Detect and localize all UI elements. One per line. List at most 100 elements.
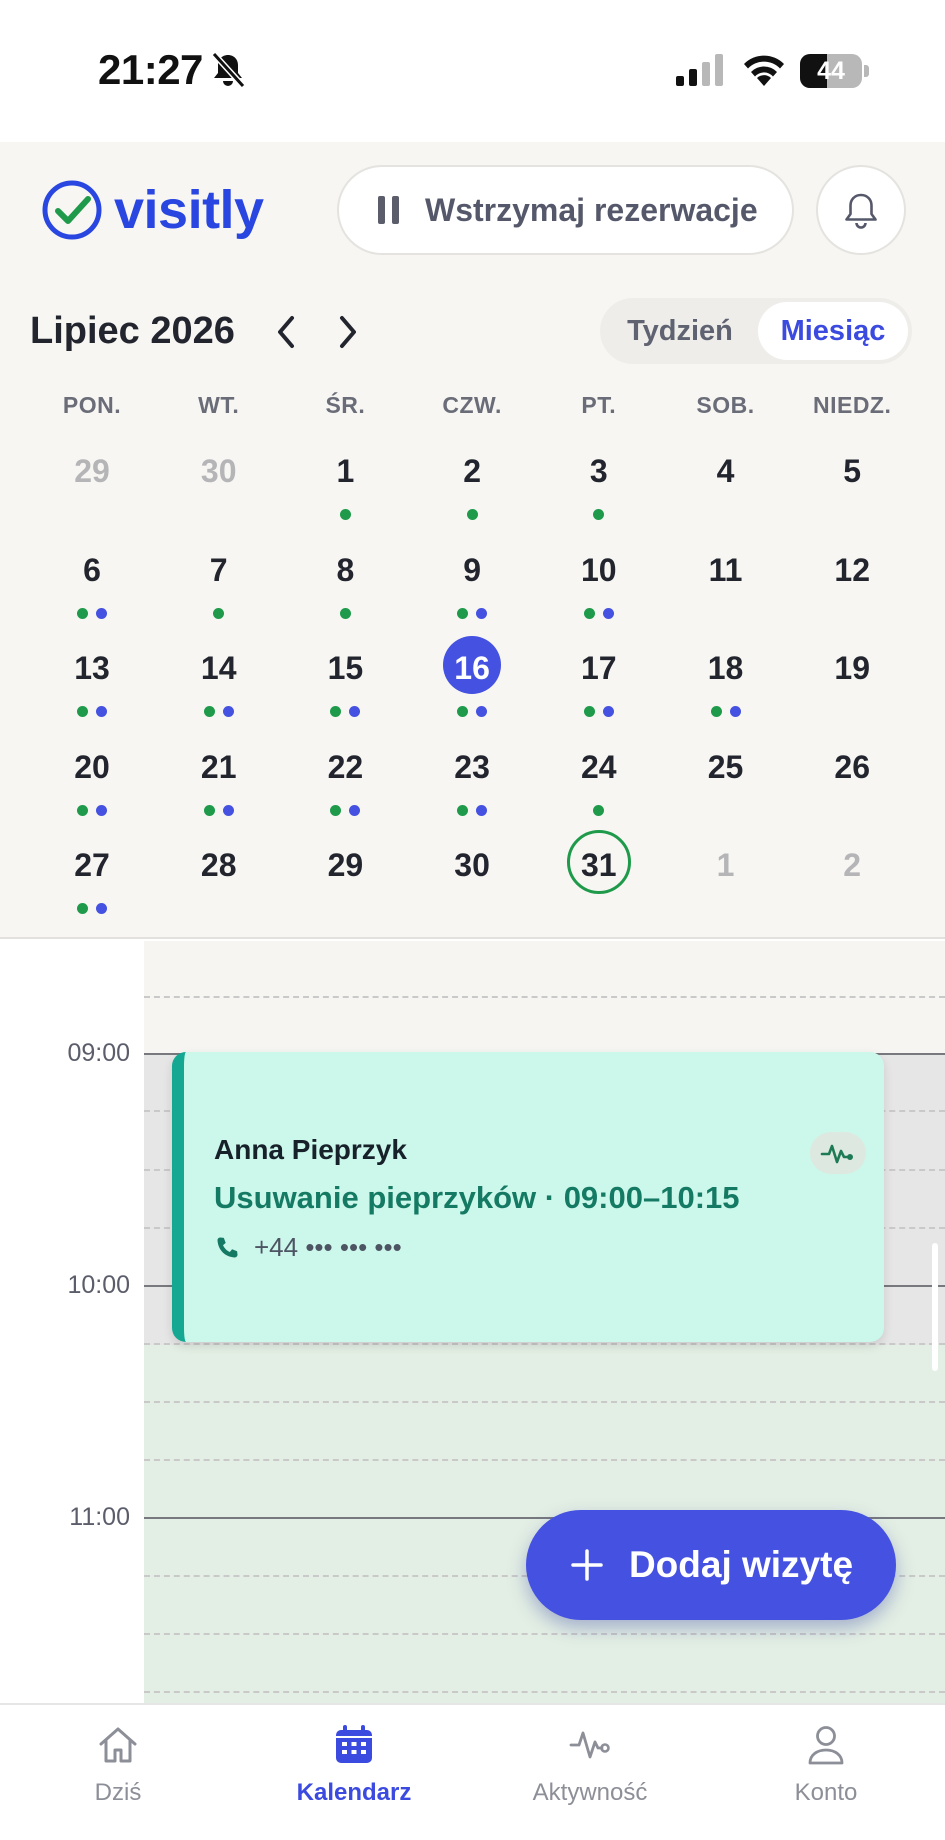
calendar-day[interactable]: 2	[789, 832, 915, 928]
calendar-day[interactable]: 6	[29, 537, 155, 633]
calendar-day[interactable]: 10	[536, 537, 662, 633]
event-indicators	[29, 903, 155, 914]
event-indicators	[156, 804, 282, 816]
weekday-label: CZW.	[442, 392, 502, 418]
appointment-phone-number: +44 ••• ••• •••	[254, 1232, 402, 1262]
plus-icon	[571, 1549, 603, 1581]
notifications-button[interactable]	[816, 165, 906, 255]
day-number: 24	[581, 748, 617, 785]
pause-bookings-button[interactable]: Wstrzymaj rezerwacje	[337, 165, 794, 255]
event-indicators	[282, 509, 408, 520]
hour-label: 09:00	[67, 1039, 130, 1067]
calendar-day[interactable]: 23	[409, 734, 535, 830]
calendar-day[interactable]: 15	[282, 635, 408, 731]
calendar-day[interactable]: 9	[409, 537, 535, 633]
scrollbar[interactable]	[932, 1243, 938, 1371]
tab-activity[interactable]: Aktywność	[490, 1719, 690, 1819]
half-hour-line	[144, 1633, 945, 1635]
calendar-day[interactable]: 26	[789, 734, 915, 830]
event-indicators	[282, 706, 408, 717]
day-number: 31	[581, 847, 617, 883]
event-dot-blue	[476, 706, 488, 717]
day-number: 25	[707, 748, 744, 785]
tab-today[interactable]: Dziś	[18, 1719, 218, 1819]
calendar-day[interactable]: 8	[282, 537, 408, 633]
calendar-day[interactable]: 29	[282, 832, 408, 928]
calendar-day[interactable]: 24	[536, 734, 662, 830]
bottom-tab-bar: Dziś Kalendarz Aktywność Konto	[0, 1703, 945, 1840]
calendar-day[interactable]: 14	[156, 635, 282, 731]
half-hour-line	[144, 1459, 945, 1461]
calendar-day[interactable]: 21	[156, 734, 282, 830]
tab-calendar[interactable]: Kalendarz	[254, 1719, 454, 1819]
calendar-day[interactable]: 3	[536, 438, 662, 534]
day-number: 17	[581, 650, 617, 686]
event-dot-green	[710, 706, 722, 717]
day-number: 3	[589, 453, 608, 489]
brand-name: visitly	[114, 180, 264, 240]
calendar-day-today[interactable]: 31	[536, 830, 662, 928]
event-dot-green	[583, 607, 595, 619]
next-month-button[interactable]	[328, 308, 368, 356]
appointment-card[interactable]: Anna Pieprzyk Usuwanie pieprzyków · 09:0…	[172, 1052, 884, 1342]
event-dot-blue	[476, 607, 488, 619]
event-dot-blue	[349, 804, 361, 816]
calendar-day[interactable]: 25	[663, 734, 789, 830]
weekday-label: WT.	[198, 392, 240, 418]
event-dot-blue	[96, 903, 107, 914]
weekday-label: NIEDZ.	[812, 392, 892, 418]
calendar-day[interactable]: 5	[789, 438, 915, 534]
calendar-day[interactable]: 30	[409, 832, 535, 928]
pause-icon	[377, 196, 401, 224]
status-time: 21:27	[98, 46, 203, 93]
event-dot-green	[593, 804, 605, 816]
add-visit-button[interactable]: Dodaj wizytę	[526, 1510, 896, 1620]
event-dot-blue	[222, 804, 234, 816]
day-number: 30	[454, 847, 490, 883]
event-indicators	[663, 706, 789, 717]
calendar-day[interactable]: 7	[156, 537, 282, 633]
event-indicators	[282, 607, 408, 619]
calendar-day[interactable]: 19	[789, 635, 915, 731]
view-toggle: Tydzień Miesiąc	[600, 298, 912, 364]
day-number: 12	[834, 551, 870, 588]
home-icon	[99, 1727, 137, 1763]
calendar-day[interactable]: 28	[156, 832, 282, 928]
check-circle-icon	[42, 180, 102, 240]
tab-month-view[interactable]: Miesiąc	[758, 302, 908, 360]
calendar-day[interactable]: 20	[29, 734, 155, 830]
tab-week-view[interactable]: Tydzień	[600, 298, 760, 364]
calendar-day[interactable]: 13	[29, 635, 155, 731]
calendar-day-selected[interactable]: 16	[409, 635, 535, 731]
calendar-day[interactable]: 22	[282, 734, 408, 830]
event-indicators	[536, 509, 662, 520]
half-hour-line	[144, 1691, 945, 1693]
event-dot-green	[77, 706, 88, 717]
cellular-signal-icon	[676, 54, 723, 86]
calendar-day[interactable]: 30	[156, 438, 282, 534]
appointment-phone: +44 ••• ••• •••	[214, 1232, 402, 1263]
calendar-day[interactable]: 17	[536, 635, 662, 731]
calendar-day[interactable]: 2	[409, 438, 535, 534]
calendar-day[interactable]: 1	[282, 438, 408, 534]
tab-account[interactable]: Konto	[726, 1719, 926, 1819]
appointment-status-badge	[810, 1132, 866, 1174]
calendar-day[interactable]: 18	[663, 635, 789, 731]
calendar-day[interactable]: 27	[29, 832, 155, 928]
event-dot-green	[203, 804, 215, 816]
event-dot-green	[466, 509, 478, 520]
calendar-day[interactable]: 29	[29, 438, 155, 534]
day-number: 6	[83, 551, 101, 588]
day-number: 4	[716, 453, 735, 489]
calendar-day[interactable]: 4	[663, 438, 789, 534]
bell-icon	[845, 193, 877, 229]
previous-month-button[interactable]	[266, 308, 306, 356]
bell-off-icon	[211, 51, 246, 89]
calendar-day[interactable]: 11	[663, 537, 789, 633]
event-dot-green	[457, 706, 469, 717]
event-indicators	[536, 804, 662, 816]
calendar-day[interactable]: 12	[789, 537, 915, 633]
tab-account-label: Konto	[794, 1779, 858, 1806]
wifi-icon	[744, 55, 784, 86]
calendar-day[interactable]: 1	[663, 832, 789, 928]
